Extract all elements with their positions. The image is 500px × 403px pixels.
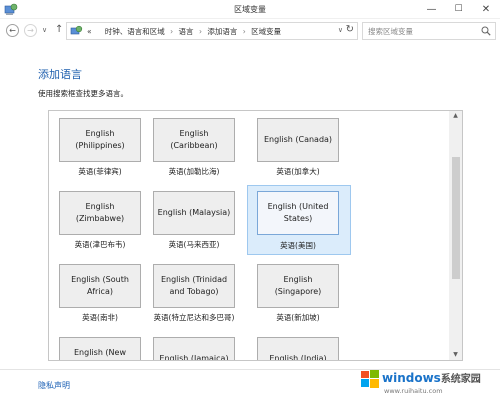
- language-tile-label: 英语(菲律宾): [78, 167, 122, 176]
- language-tile-new-zealand[interactable]: English (New Zealand): [55, 333, 159, 360]
- up-arrow-icon[interactable]: ↑: [55, 23, 63, 37]
- language-tile-label: 英语(新加坡): [276, 313, 320, 322]
- breadcrumb-item-language[interactable]: 语言: [179, 27, 194, 36]
- breadcrumb-separator-icon: ›: [170, 27, 174, 36]
- language-tile-philippines[interactable]: English (Philippines) 英语(菲律宾): [55, 114, 159, 184]
- language-tile-south-africa[interactable]: English (South Africa) 英语(南非): [55, 260, 159, 330]
- language-tile-label: 英语(津巴布韦): [74, 240, 126, 249]
- scroll-up-arrow-icon[interactable]: ▲: [449, 111, 462, 121]
- control-panel-icon: [70, 25, 83, 35]
- address-dropdown-chevron-icon[interactable]: ∨: [338, 26, 343, 34]
- recent-locations-chevron-icon[interactable]: ∨: [42, 24, 47, 37]
- language-tile-button[interactable]: English (Trinidad and Tobago): [153, 264, 235, 308]
- breadcrumb-separator-icon: ›: [242, 27, 246, 36]
- language-tile-button[interactable]: English (Caribbean): [153, 118, 235, 162]
- scroll-down-arrow-icon[interactable]: ▼: [449, 350, 462, 360]
- watermark-text: windows系统家园: [382, 371, 481, 385]
- navigation-bar: ← → ∨ ↑ « 时钟、语言和区域 › 语言 › 添加语言 › 区域变量 ∨ …: [0, 20, 500, 42]
- language-tile-jamaica[interactable]: English (Jamaica): [149, 333, 253, 360]
- language-tile-button[interactable]: English (Philippines): [59, 118, 141, 162]
- language-tile-malaysia[interactable]: English (Malaysia) 英语(马来西亚): [149, 187, 253, 257]
- language-tile-button[interactable]: English (Singapore): [257, 264, 339, 308]
- language-tile-trinidad-tobago[interactable]: English (Trinidad and Tobago) 英语(特立尼达和多巴…: [149, 260, 253, 330]
- language-variant-grid: English (Philippines) 英语(菲律宾) English (C…: [48, 110, 463, 361]
- language-tile-button[interactable]: English (New Zealand): [59, 337, 141, 360]
- watermark: windows系统家园 www.ruihaitu.com: [356, 360, 500, 403]
- language-tile-caribbean[interactable]: English (Caribbean) 英语(加勒比海): [149, 114, 253, 184]
- title-bar: 区域变量 — ☐ ✕: [0, 0, 500, 19]
- forward-button[interactable]: →: [24, 24, 37, 37]
- language-tile-button[interactable]: English (Malaysia): [153, 191, 235, 235]
- language-tile-label: 英语(美国): [280, 241, 316, 250]
- language-tile-united-states[interactable]: English (United States) 英语(美国): [247, 185, 351, 255]
- language-tile-label: 英语(南非): [82, 313, 118, 322]
- language-tile-label: 英语(特立尼达和多巴哥): [153, 313, 235, 322]
- language-tile-button[interactable]: English (Canada): [257, 118, 339, 162]
- search-input[interactable]: 搜索区域变量: [368, 26, 413, 37]
- watermark-url: www.ruihaitu.com: [384, 387, 443, 395]
- language-tile-canada[interactable]: English (Canada) 英语(加拿大): [253, 114, 357, 184]
- language-tile-button[interactable]: English (United States): [257, 191, 339, 235]
- language-tile-label: 英语(加勒比海): [168, 167, 220, 176]
- language-tile-button[interactable]: English (South Africa): [59, 264, 141, 308]
- scrollbar-thumb[interactable]: [452, 157, 460, 279]
- maximize-button[interactable]: ☐: [445, 0, 472, 19]
- breadcrumb-overflow[interactable]: «: [87, 27, 92, 36]
- windows-logo-icon: [361, 370, 379, 388]
- privacy-statement-link[interactable]: 隐私声明: [38, 380, 70, 391]
- breadcrumb-item-clock-language-region[interactable]: 时钟、语言和区域: [105, 27, 165, 36]
- vertical-scrollbar[interactable]: ▲ ▼: [449, 111, 462, 360]
- back-button[interactable]: ←: [6, 24, 19, 37]
- language-tile-india[interactable]: English (India): [253, 333, 357, 360]
- language-tile-singapore[interactable]: English (Singapore) 英语(新加坡): [253, 260, 357, 330]
- minimize-button[interactable]: —: [418, 0, 445, 19]
- search-icon[interactable]: [481, 26, 491, 36]
- search-box[interactable]: 搜索区域变量: [362, 22, 496, 40]
- page-description: 使用搜索框查找更多语言。: [38, 89, 128, 98]
- page-title: 添加语言: [38, 68, 82, 81]
- address-bar[interactable]: « 时钟、语言和区域 › 语言 › 添加语言 › 区域变量 ∨ ↻: [66, 22, 358, 40]
- breadcrumb: « 时钟、语言和区域 › 语言 › 添加语言 › 区域变量: [87, 26, 281, 37]
- language-tile-button[interactable]: English (Zimbabwe): [59, 191, 141, 235]
- language-tile-button[interactable]: English (Jamaica): [153, 337, 235, 360]
- language-tile-label: 英语(马来西亚): [168, 240, 220, 249]
- language-tile-button[interactable]: English (India): [257, 337, 339, 360]
- breadcrumb-separator-icon: ›: [198, 27, 202, 36]
- breadcrumb-item-add-language[interactable]: 添加语言: [207, 27, 237, 36]
- language-tile-zimbabwe[interactable]: English (Zimbabwe) 英语(津巴布韦): [55, 187, 159, 257]
- close-button[interactable]: ✕: [472, 0, 500, 19]
- language-tile-label: 英语(加拿大): [276, 167, 320, 176]
- refresh-icon[interactable]: ↻: [346, 24, 354, 35]
- breadcrumb-item-regional-variants[interactable]: 区域变量: [251, 27, 281, 36]
